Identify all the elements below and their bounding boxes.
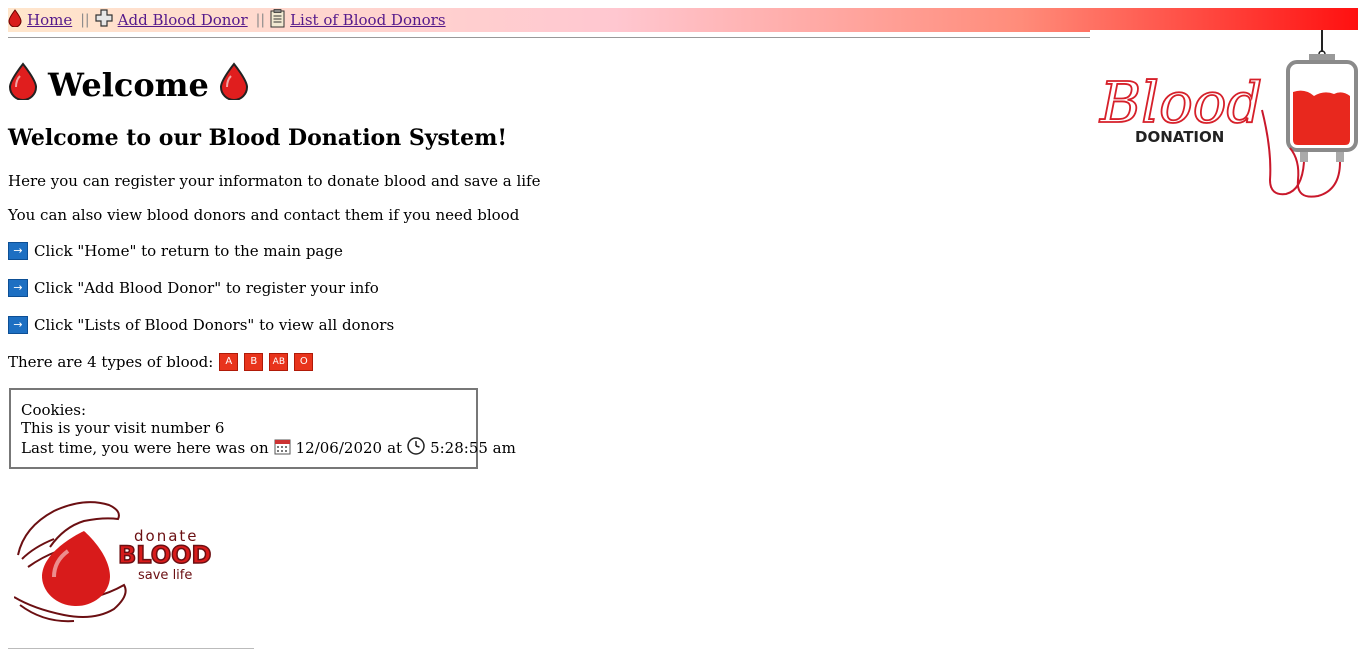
last-visit-time: 5:28:55 am: [430, 439, 516, 457]
page-heading: Welcome: [8, 62, 249, 108]
blood-type-badge-o: O: [294, 353, 314, 371]
right-arrow-icon: →: [8, 279, 28, 297]
logo-word-donation: DONATION: [1135, 128, 1224, 146]
cookies-title: Cookies:: [21, 401, 87, 419]
last-visit-prefix: Last time, you were here was on: [21, 439, 269, 457]
blood-type-badge-b: B: [244, 353, 264, 371]
last-visit-date: 12/06/2020: [295, 439, 383, 457]
nav-separator: ||: [80, 12, 90, 28]
nav-separator: ||: [255, 12, 266, 28]
donate-blood-logo: donate BLOOD save life: [13, 497, 244, 625]
blood-drop-icon: [219, 62, 249, 108]
right-arrow-icon: →: [8, 242, 28, 260]
blood-donation-logo: Blood DONATION: [1090, 30, 1360, 202]
nav-list-donors-link[interactable]: List of Blood Donors: [290, 11, 445, 29]
instruction-item: → Click "Home" to return to the main pag…: [8, 242, 343, 260]
page-subheading: Welcome to our Blood Donation System!: [8, 125, 508, 151]
logo-text-blood: BLOOD: [118, 541, 211, 569]
visit-count-text: This is your visit number 6: [21, 419, 225, 437]
right-arrow-icon: →: [8, 316, 28, 334]
instruction-item: → Click "Lists of Blood Donors" to view …: [8, 316, 394, 334]
intro-text-view: You can also view blood donors and conta…: [8, 206, 520, 224]
instruction-text: Click "Add Blood Donor" to register your…: [34, 279, 379, 297]
blood-types-line: There are 4 types of blood: A B AB O: [8, 353, 314, 371]
instruction-text: Click "Home" to return to the main page: [34, 242, 343, 260]
blood-drop-icon: [8, 9, 22, 31]
intro-text-register: Here you can register your informaton to…: [8, 172, 541, 190]
blood-type-badge-a: A: [219, 353, 239, 371]
logo-text-save-life: save life: [138, 568, 192, 583]
last-visit-at: at: [387, 439, 403, 457]
nav-divider: [8, 37, 1090, 38]
instruction-item: → Click "Add Blood Donor" to register yo…: [8, 279, 379, 297]
nav-home-link[interactable]: Home: [27, 11, 72, 29]
navigation-bar: Home || Add Blood Donor || List of Blood…: [8, 8, 1358, 32]
plus-icon: [95, 9, 113, 31]
last-visit-line: Last time, you were here was on 12/06/20…: [21, 437, 516, 459]
clock-icon: [407, 437, 425, 459]
blood-drop-icon: [8, 62, 38, 108]
heading-text: Welcome: [48, 66, 209, 104]
clipboard-icon: [270, 8, 285, 32]
cookies-box: Cookies: This is your visit number 6 Las…: [9, 388, 516, 469]
footer-divider: [8, 648, 254, 649]
nav-add-donor-link[interactable]: Add Blood Donor: [118, 11, 248, 29]
logo-word-blood: Blood: [1099, 71, 1262, 136]
calendar-icon: [274, 438, 291, 459]
blood-types-label: There are 4 types of blood:: [8, 353, 214, 371]
blood-type-badge-ab: AB: [269, 353, 289, 371]
instruction-text: Click "Lists of Blood Donors" to view al…: [34, 316, 395, 334]
